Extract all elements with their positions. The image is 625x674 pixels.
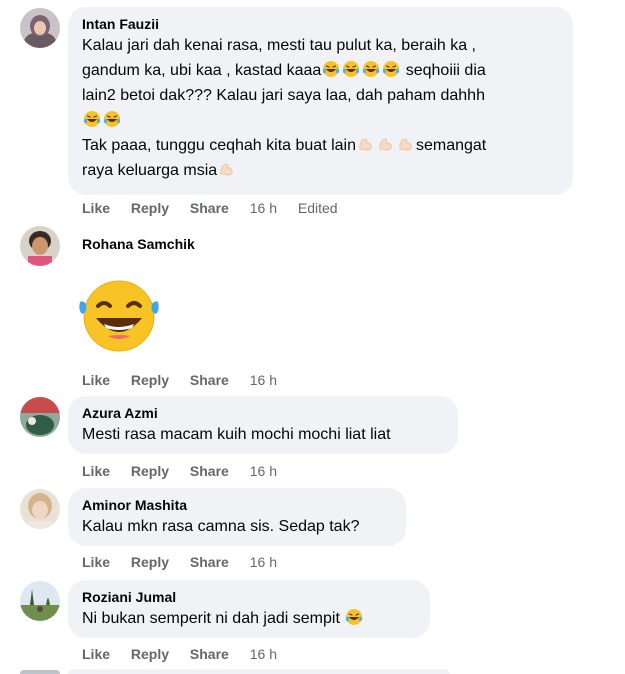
flexed-biceps-emoji-icon — [379, 138, 392, 151]
rofl-emoji-icon — [103, 110, 121, 128]
comment-text: Ni bukan semperit ni dah jadi sempit — [82, 606, 416, 631]
next-comment-avatar-partial — [20, 670, 60, 674]
comment-actions: Like Reply Share 16 h — [82, 553, 294, 571]
laughing-tears-emoji-sticker — [79, 280, 159, 352]
rofl-emoji-icon — [342, 60, 360, 78]
reply-button[interactable]: Reply — [131, 200, 169, 216]
comment-bubble: Intan Fauzii Kalau jari dah kenai rasa, … — [68, 7, 573, 195]
like-button[interactable]: Like — [82, 554, 110, 570]
comment-author[interactable]: Roziani Jumal — [82, 588, 416, 606]
comment-timestamp[interactable]: 16 h — [250, 646, 277, 662]
comment-actions: Like Reply Share 16 h — [82, 645, 294, 663]
rofl-emoji-icon — [362, 60, 380, 78]
reply-button[interactable]: Reply — [131, 463, 169, 479]
rofl-emoji-icon — [322, 60, 340, 78]
flexed-biceps-emoji-icon — [220, 163, 233, 176]
next-comment-bubble-partial — [68, 669, 450, 674]
rofl-emoji-icon — [382, 60, 400, 78]
share-button[interactable]: Share — [190, 646, 229, 662]
avatar[interactable] — [20, 8, 60, 48]
comment-text: Mesti rasa macam kuih mochi mochi liat l… — [82, 426, 391, 443]
reply-button[interactable]: Reply — [131, 554, 169, 570]
comment-text: Kalau jari dah kenai rasa, mesti tau pul… — [82, 37, 487, 179]
comment-actions: Like Reply Share 16 h — [82, 462, 294, 480]
like-button[interactable]: Like — [82, 463, 110, 479]
comment-bubble: Aminor Mashita Kalau mkn rasa camna sis.… — [68, 488, 406, 546]
comment-bubble: Roziani Jumal Ni bukan semperit ni dah j… — [68, 580, 430, 638]
avatar[interactable] — [20, 226, 60, 266]
edited-label[interactable]: Edited — [298, 200, 338, 216]
avatar[interactable] — [20, 581, 60, 621]
share-button[interactable]: Share — [190, 463, 229, 479]
flexed-biceps-emoji-icon — [399, 138, 412, 151]
share-button[interactable]: Share — [190, 372, 229, 388]
reply-button[interactable]: Reply — [131, 646, 169, 662]
comment-author[interactable]: Azura Azmi — [82, 404, 444, 422]
comment-bubble: Azura Azmi Mesti rasa macam kuih mochi m… — [68, 396, 458, 454]
comment-timestamp[interactable]: 16 h — [250, 554, 277, 570]
like-button[interactable]: Like — [82, 200, 110, 216]
flexed-biceps-emoji-icon — [359, 138, 372, 151]
avatar[interactable] — [20, 489, 60, 529]
rofl-emoji-icon — [83, 110, 101, 128]
laughing-tears-emoji-icon — [345, 608, 364, 626]
share-button[interactable]: Share — [190, 200, 229, 216]
like-button[interactable]: Like — [82, 372, 110, 388]
comment-timestamp[interactable]: 16 h — [250, 372, 277, 388]
share-button[interactable]: Share — [190, 554, 229, 570]
avatar[interactable] — [20, 397, 60, 437]
comment-text: Kalau mkn rasa camna sis. Sedap tak? — [82, 518, 360, 535]
comment-author[interactable]: Rohana Samchik — [82, 235, 195, 253]
like-button[interactable]: Like — [82, 646, 110, 662]
comment-actions: Like Reply Share 16 h — [82, 371, 294, 389]
comment-author[interactable]: Aminor Mashita — [82, 496, 392, 514]
comment-author[interactable]: Intan Fauzii — [82, 15, 559, 33]
comment-actions: Like Reply Share 16 h Edited — [82, 199, 338, 217]
comment-timestamp[interactable]: 16 h — [250, 200, 277, 216]
comment-timestamp[interactable]: 16 h — [250, 463, 277, 479]
reply-button[interactable]: Reply — [131, 372, 169, 388]
